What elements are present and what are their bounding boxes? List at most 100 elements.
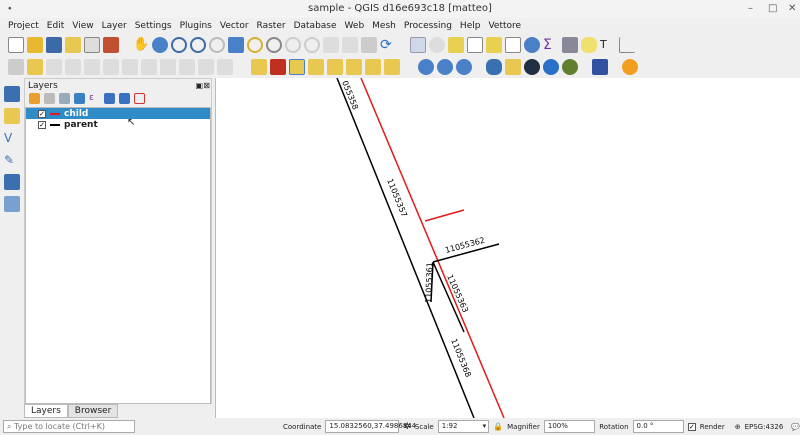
lock-scale-icon[interactable]: 🔒 xyxy=(493,422,503,431)
delete-icon[interactable] xyxy=(122,59,138,75)
menu-plugins[interactable]: Plugins xyxy=(176,18,216,34)
map-canvas[interactable]: 055358 11055357 11055362 11055361 110553… xyxy=(215,78,800,418)
map-tips-icon[interactable] xyxy=(581,37,597,53)
messages-icon[interactable]: 💬 xyxy=(791,423,800,431)
cut-icon[interactable] xyxy=(141,59,157,75)
profile-tool-icon[interactable] xyxy=(619,37,635,53)
plugin-icon[interactable] xyxy=(505,59,521,75)
run-action-icon[interactable] xyxy=(429,37,445,53)
toolbox-icon[interactable] xyxy=(524,37,540,53)
globe-icon[interactable] xyxy=(437,59,453,75)
app-menu-icon[interactable]: ⬩ xyxy=(8,0,12,18)
plugin4-icon[interactable] xyxy=(562,59,578,75)
add-vector-layer-icon[interactable] xyxy=(4,108,20,124)
menu-layer[interactable]: Layer xyxy=(98,18,131,34)
tab-layers[interactable]: Layers xyxy=(24,404,68,418)
add-feature-icon[interactable] xyxy=(65,59,81,75)
current-edits-icon[interactable] xyxy=(27,59,43,75)
layer-item-child[interactable]: ✓ child xyxy=(26,108,210,119)
save-edits-icon[interactable] xyxy=(46,59,62,75)
child-tick-line[interactable] xyxy=(424,209,465,222)
filter-expression-icon[interactable]: ε xyxy=(89,93,100,104)
show-bookmarks-icon[interactable] xyxy=(361,37,377,53)
toggle-editing-icon[interactable] xyxy=(8,59,24,75)
change-label-icon[interactable] xyxy=(384,59,400,75)
menu-edit[interactable]: Edit xyxy=(43,18,68,34)
refresh-icon[interactable]: ⟳ xyxy=(380,37,396,53)
layer-checkbox[interactable]: ✓ xyxy=(38,120,46,129)
menu-web[interactable]: Web xyxy=(341,18,369,34)
menu-vettore[interactable]: Vettore xyxy=(484,18,525,34)
move-label-icon[interactable] xyxy=(346,59,362,75)
new-map-view-icon[interactable] xyxy=(323,37,339,53)
layer-checkbox[interactable]: ✓ xyxy=(38,109,46,118)
locator-search-input[interactable]: ⌕ Type to locate (Ctrl+K) xyxy=(3,420,135,433)
measure-icon[interactable] xyxy=(562,37,578,53)
save-as-icon[interactable] xyxy=(65,37,81,53)
statistics-icon[interactable]: Σ xyxy=(543,37,559,53)
rotation-spinbox[interactable]: 0.0 ° xyxy=(632,420,684,433)
attribute-table-icon[interactable] xyxy=(505,37,521,53)
select-features-icon[interactable] xyxy=(448,37,464,53)
zoom-full-icon[interactable] xyxy=(228,37,244,53)
close-panel-button[interactable]: ⊠ xyxy=(203,81,210,90)
menu-project[interactable]: Project xyxy=(4,18,43,34)
python-icon[interactable] xyxy=(486,59,502,75)
zoom-out-icon[interactable] xyxy=(190,37,206,53)
web-icon[interactable] xyxy=(456,59,472,75)
vertex-tool-icon[interactable] xyxy=(84,59,100,75)
new-bookmark-icon[interactable] xyxy=(342,37,358,53)
pan-icon[interactable]: ✋ xyxy=(133,37,149,53)
data-source-manager-icon[interactable] xyxy=(4,86,20,102)
sun-icon[interactable] xyxy=(622,59,638,75)
show-hide-labels-icon[interactable] xyxy=(327,59,343,75)
render-checkbox[interactable]: ✓ xyxy=(687,422,696,431)
digitize-icon[interactable]: ✎ xyxy=(4,152,20,168)
zoom-to-layer-icon[interactable] xyxy=(266,37,282,53)
pan-to-selection-icon[interactable] xyxy=(152,37,168,53)
open-project-icon[interactable] xyxy=(27,37,43,53)
float-panel-button[interactable]: ▣ xyxy=(195,81,203,90)
redo-icon[interactable] xyxy=(217,59,233,75)
add-delimited-text-icon[interactable]: V xyxy=(4,130,20,146)
collapse-all-icon[interactable] xyxy=(119,93,130,104)
text-annotation-icon[interactable]: T xyxy=(600,37,616,53)
identify-icon[interactable] xyxy=(410,37,426,53)
zoom-to-selection-icon[interactable] xyxy=(247,37,263,53)
add-virtual-layer-icon[interactable] xyxy=(4,196,20,212)
add-group-icon[interactable] xyxy=(44,93,55,104)
crs-globe-icon[interactable]: ⊕ xyxy=(735,423,741,431)
zoom-last-icon[interactable] xyxy=(285,37,301,53)
menu-settings[interactable]: Settings xyxy=(131,18,176,34)
menu-view[interactable]: View xyxy=(68,18,97,34)
modify-attributes-icon[interactable] xyxy=(103,59,119,75)
magnifier-spinbox[interactable]: 100% xyxy=(543,420,596,433)
deselect-icon[interactable] xyxy=(486,37,502,53)
maximize-button[interactable]: □ xyxy=(768,0,777,18)
print-layout-icon[interactable] xyxy=(84,37,100,53)
diagram-icon[interactable] xyxy=(270,59,286,75)
new-project-icon[interactable] xyxy=(8,37,24,53)
zoom-next-icon[interactable] xyxy=(304,37,320,53)
save-project-icon[interactable] xyxy=(46,37,62,53)
menu-vector[interactable]: Vector xyxy=(216,18,253,34)
rotate-label-icon[interactable] xyxy=(365,59,381,75)
plugin2-icon[interactable] xyxy=(524,59,540,75)
menu-processing[interactable]: Processing xyxy=(400,18,456,34)
tab-browser[interactable]: Browser xyxy=(67,404,119,418)
toggle-extents-icon[interactable]: ✲ xyxy=(403,422,411,432)
menu-help[interactable]: Help xyxy=(456,18,485,34)
help-icon[interactable] xyxy=(592,59,608,75)
remove-layer-icon[interactable] xyxy=(134,93,145,104)
plugin3-icon[interactable] xyxy=(543,59,559,75)
copy-icon[interactable] xyxy=(160,59,176,75)
pin-labels-icon[interactable] xyxy=(308,59,324,75)
manage-themes-icon[interactable] xyxy=(59,93,70,104)
expand-all-icon[interactable] xyxy=(104,93,115,104)
crs-button[interactable]: EPSG:4326 xyxy=(745,423,784,431)
menu-mesh[interactable]: Mesh xyxy=(368,18,400,34)
filter-icon[interactable] xyxy=(74,93,85,104)
add-spatialite-icon[interactable] xyxy=(4,174,20,190)
zoom-in-icon[interactable] xyxy=(171,37,187,53)
close-button[interactable]: ✕ xyxy=(788,0,796,18)
